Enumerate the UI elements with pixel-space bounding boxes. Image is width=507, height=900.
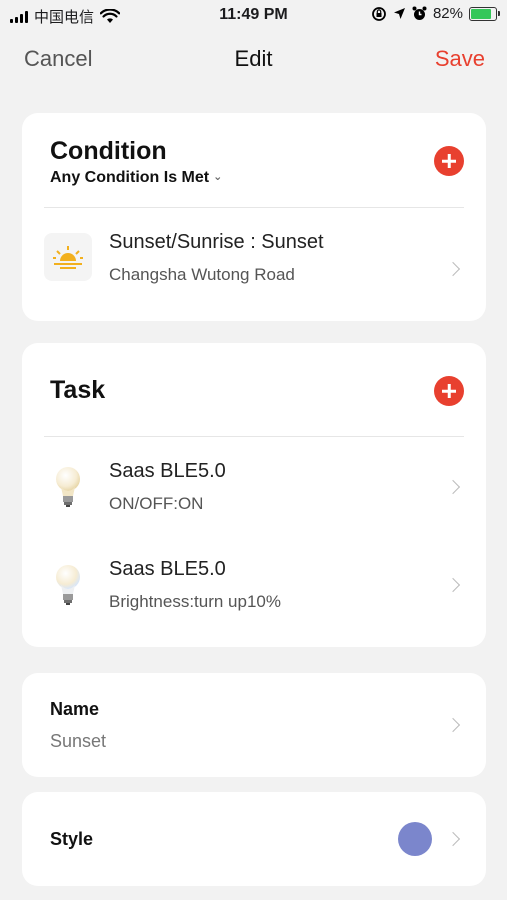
save-button[interactable]: Save xyxy=(435,46,485,72)
bulb-icon xyxy=(44,463,92,511)
task-item-title: Saas BLE5.0 xyxy=(109,558,226,580)
task-item-title: Saas BLE5.0 xyxy=(109,460,226,482)
chevron-right-icon xyxy=(445,717,461,733)
condition-title: Condition xyxy=(50,137,167,165)
style-color-swatch xyxy=(398,822,432,856)
task-item[interactable]: Saas BLE5.0 ON/OFF:ON xyxy=(22,437,486,535)
alarm-icon xyxy=(412,6,427,20)
style-label: Style xyxy=(50,829,94,849)
task-card: Task Saas BLE5.0 ON/OFF:ON Saas BLE5.0 B… xyxy=(22,343,486,647)
task-item[interactable]: Saas BLE5.0 Brightness:turn up10% xyxy=(22,535,486,633)
name-value: Sunset xyxy=(50,731,107,751)
battery-percent: 82% xyxy=(432,5,463,22)
chevron-right-icon xyxy=(445,479,461,495)
condition-item-title: Sunset/Sunrise : Sunset xyxy=(109,231,324,253)
nav-bar: Cancel Edit Save xyxy=(0,40,507,80)
bulb-icon xyxy=(44,561,92,609)
condition-mode-label: Any Condition Is Met xyxy=(50,169,210,186)
task-item-detail: ON/OFF:ON xyxy=(109,494,204,513)
name-label: Name xyxy=(50,699,100,719)
name-row[interactable]: Name Sunset xyxy=(22,673,486,777)
add-task-button[interactable] xyxy=(434,376,464,406)
condition-mode-dropdown[interactable]: Any Condition Is Met ⌄ xyxy=(50,169,222,187)
condition-item-detail: Changsha Wutong Road xyxy=(109,265,295,284)
condition-item[interactable]: Sunset/Sunrise : Sunset Changsha Wutong … xyxy=(22,208,486,320)
task-title: Task xyxy=(50,376,106,404)
chevron-right-icon xyxy=(445,577,461,593)
style-row[interactable]: Style xyxy=(22,792,486,886)
status-bar: 中国电信 11:49 PM 82% xyxy=(0,0,507,32)
sunset-icon xyxy=(44,233,92,281)
chevron-right-icon xyxy=(445,261,461,277)
add-condition-button[interactable] xyxy=(434,146,464,176)
chevron-down-icon: ⌄ xyxy=(213,171,223,183)
location-icon xyxy=(393,8,405,19)
rotation-lock-icon xyxy=(372,6,386,21)
condition-card: Condition Any Condition Is Met ⌄ Sunset/S… xyxy=(22,113,486,321)
chevron-right-icon xyxy=(445,831,461,847)
task-item-detail: Brightness:turn up10% xyxy=(109,592,281,611)
cancel-button[interactable]: Cancel xyxy=(24,46,92,72)
status-right: 82% xyxy=(371,5,500,22)
battery-icon xyxy=(469,6,500,21)
